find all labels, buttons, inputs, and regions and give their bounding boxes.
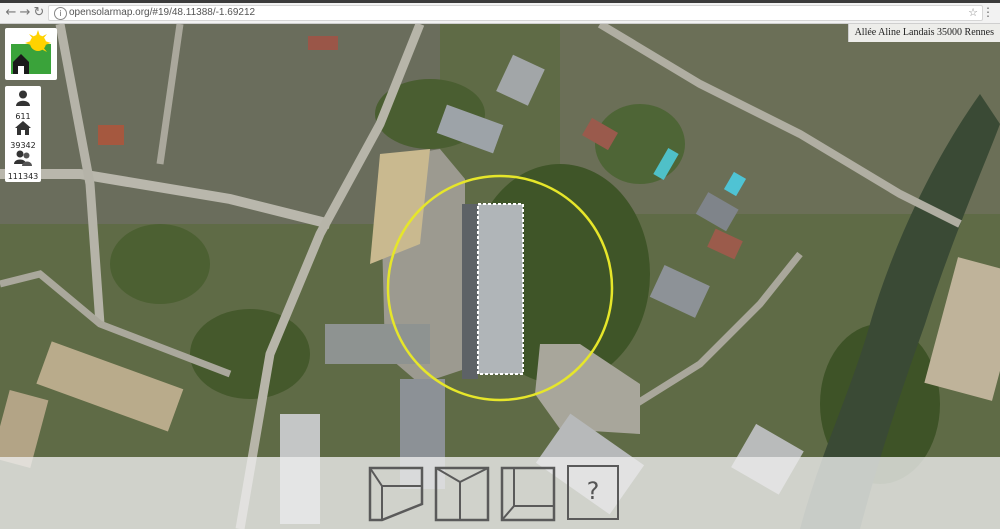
address-label: Allée Aline Landais 35000 Rennes xyxy=(847,24,1000,42)
reload-icon[interactable]: ↻ xyxy=(32,6,46,20)
flat-roof-icon xyxy=(368,466,424,522)
stat-users: 611 xyxy=(5,90,41,121)
logo-icon xyxy=(11,30,51,74)
help-button[interactable]: ? xyxy=(567,465,619,520)
address-bar[interactable]: i opensolarmap.org/#19/48.11388/-1.69212… xyxy=(48,5,983,21)
stat-contributions-value: 111343 xyxy=(7,172,39,181)
gable-roof-icon xyxy=(434,466,490,522)
gable-roof-tool[interactable] xyxy=(434,466,490,522)
shed-roof-tool[interactable] xyxy=(500,466,556,522)
site-info-icon[interactable]: i xyxy=(54,7,67,20)
url-text[interactable]: opensolarmap.org/#19/48.11388/-1.69212 xyxy=(69,7,255,18)
browser-toolbar: ← → ↻ i opensolarmap.org/#19/48.11388/-1… xyxy=(0,0,1000,24)
forward-icon[interactable]: → xyxy=(18,6,32,20)
stat-buildings: 39342 xyxy=(5,121,41,150)
kebab-menu-icon[interactable]: ⋮ xyxy=(982,5,994,19)
back-icon[interactable]: ← xyxy=(4,6,18,20)
shed-roof-icon xyxy=(500,466,556,522)
stats-panel: 611 39342 111343 xyxy=(5,86,41,182)
stat-contributions: 111343 xyxy=(5,150,41,181)
window-top-border xyxy=(0,0,1000,3)
group-icon xyxy=(14,150,32,166)
flat-roof-tool[interactable] xyxy=(368,466,424,522)
person-icon xyxy=(16,90,30,106)
aerial-map[interactable] xyxy=(0,24,1000,529)
star-icon[interactable]: ☆ xyxy=(968,6,978,19)
app-logo[interactable] xyxy=(5,28,57,80)
house-icon xyxy=(15,121,31,135)
map-imagery xyxy=(0,24,1000,529)
stat-buildings-value: 39342 xyxy=(10,141,36,150)
stat-users-value: 611 xyxy=(15,112,31,121)
